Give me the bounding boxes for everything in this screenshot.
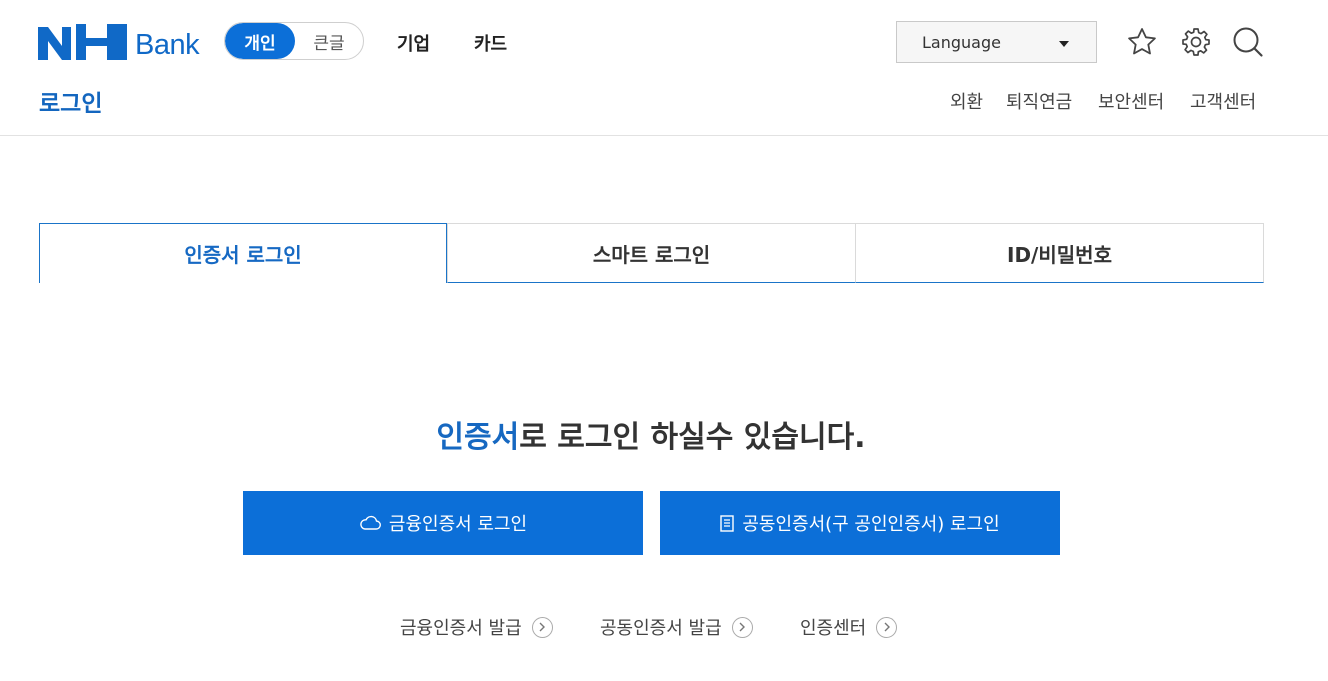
- nh-logo-mark: [38, 24, 127, 60]
- mode-personal[interactable]: 개인: [225, 23, 295, 59]
- tab-smart-login[interactable]: 스마트 로그인: [447, 223, 856, 283]
- language-select[interactable]: Language: [896, 21, 1097, 63]
- financial-cert-login-label: 금융인증서 로그인: [388, 514, 528, 535]
- util-link-customer[interactable]: 고객센터: [1190, 88, 1256, 114]
- util-link-exchange[interactable]: 외환: [950, 88, 983, 114]
- headline-highlight: 인증서: [436, 420, 520, 455]
- document-icon: [720, 514, 735, 532]
- page-title: 로그인: [39, 91, 103, 117]
- util-link-security[interactable]: 보안센터: [1098, 88, 1164, 114]
- mode-toggle[interactable]: 개인 큰글: [224, 22, 364, 60]
- financial-cert-issue-link[interactable]: 금융인증서 발급: [400, 614, 553, 640]
- search-icon[interactable]: [1231, 25, 1265, 59]
- gear-icon[interactable]: [1179, 25, 1213, 59]
- cert-center-link[interactable]: 인증센터: [800, 614, 898, 640]
- tab-id-password[interactable]: ID/비밀번호: [856, 223, 1264, 283]
- site-header: Bank 개인 큰글 기업 카드 Language 로그인 외환 퇴직연금 보안…: [0, 0, 1328, 136]
- language-label: Language: [922, 32, 1001, 52]
- star-icon[interactable]: [1125, 25, 1159, 59]
- util-link-pension[interactable]: 퇴직연금: [1006, 88, 1072, 114]
- joint-cert-issue-link[interactable]: 공동인증서 발급: [600, 614, 753, 640]
- financial-cert-login-button[interactable]: 금융인증서 로그인: [243, 491, 643, 555]
- login-headline: 인증서로 로그인 하실수 있습니다.: [0, 412, 1302, 456]
- joint-cert-login-label: 공동인증서(구 공인인증서) 로그인: [742, 514, 1000, 535]
- headline-text: 로 로그인 하실수 있습니다.: [519, 420, 866, 455]
- chevron-right-icon: [876, 616, 898, 638]
- login-tabs: 인증서 로그인 스마트 로그인 ID/비밀번호: [39, 223, 1264, 283]
- nh-bank-logo[interactable]: Bank: [38, 24, 200, 61]
- brand-text: Bank: [135, 29, 200, 61]
- chevron-down-icon: [1059, 41, 1069, 47]
- cloud-icon: [360, 515, 381, 530]
- tab-certificate-login[interactable]: 인증서 로그인: [39, 223, 447, 283]
- mode-large-text[interactable]: 큰글: [295, 23, 363, 59]
- joint-cert-issue-label: 공동인증서 발급: [600, 618, 722, 639]
- cert-center-label: 인증센터: [800, 618, 867, 639]
- financial-cert-issue-label: 금융인증서 발급: [400, 618, 522, 639]
- chevron-right-icon: [531, 616, 553, 638]
- gnb-corporate[interactable]: 기업: [397, 30, 430, 56]
- chevron-right-icon: [731, 616, 753, 638]
- gnb-card[interactable]: 카드: [474, 30, 507, 56]
- joint-cert-login-button[interactable]: 공동인증서(구 공인인증서) 로그인: [660, 491, 1060, 555]
